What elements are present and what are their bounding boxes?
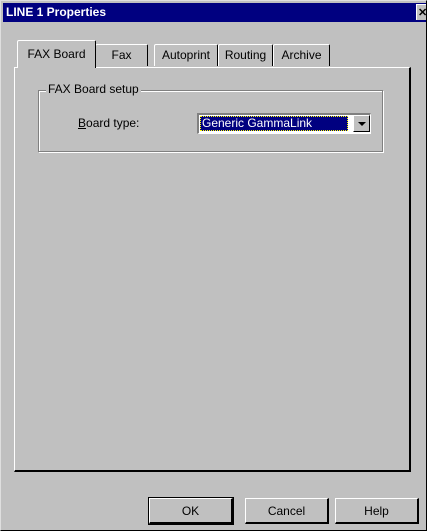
board-type-value: Generic GammaLink xyxy=(200,116,348,131)
tab-routing[interactable]: Routing xyxy=(218,44,273,66)
tab-fax-board[interactable]: FAX Board xyxy=(17,40,96,68)
title-bar[interactable]: LINE 1 Properties ✕ xyxy=(3,3,427,22)
board-type-select[interactable]: Generic GammaLink xyxy=(197,113,371,134)
tab-autoprint[interactable]: Autoprint xyxy=(154,44,218,66)
group-title: FAX Board setup xyxy=(46,82,141,96)
close-icon[interactable]: ✕ xyxy=(416,4,427,20)
tab-label: Archive xyxy=(281,48,322,62)
tab-archive[interactable]: Archive xyxy=(273,44,330,66)
tab-fax[interactable]: Fax xyxy=(95,44,148,66)
tab-label: FAX Board xyxy=(27,47,86,61)
board-type-label-text: oard type: xyxy=(86,116,140,130)
window-title: LINE 1 Properties xyxy=(6,5,107,19)
cancel-button[interactable]: Cancel xyxy=(245,498,329,524)
tab-label: Fax xyxy=(111,48,132,62)
board-type-label: Board type: xyxy=(78,116,139,130)
board-type-accelerator: B xyxy=(78,116,87,130)
dropdown-button[interactable] xyxy=(353,115,370,132)
tab-label: Routing xyxy=(224,48,267,62)
chevron-down-icon xyxy=(357,121,366,126)
help-button[interactable]: Help xyxy=(335,498,419,524)
ok-button[interactable]: OK xyxy=(148,497,234,525)
tab-label: Autoprint xyxy=(161,48,211,62)
